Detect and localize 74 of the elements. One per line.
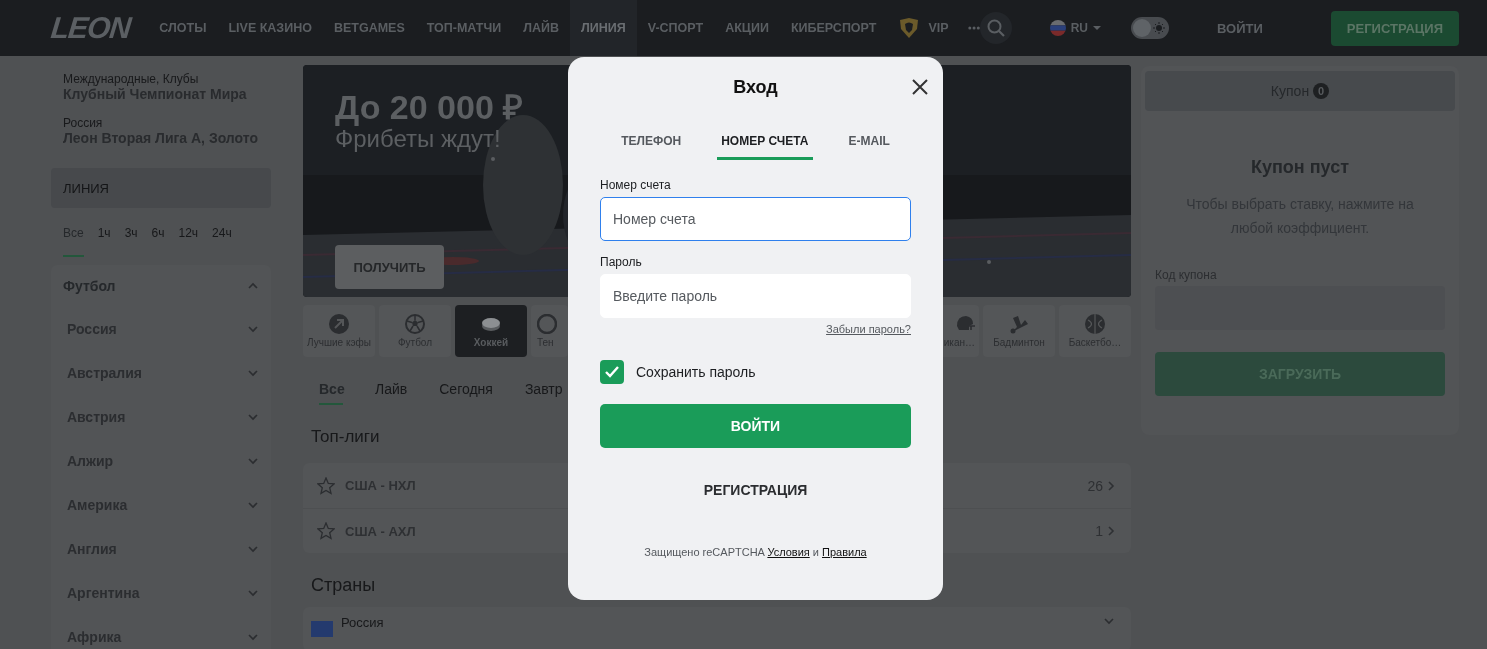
nav-link[interactable]: КИБЕРСПОРТ bbox=[779, 0, 888, 56]
nav-link[interactable]: VIP bbox=[887, 0, 960, 56]
filter-tab[interactable]: Сегодня bbox=[439, 363, 493, 405]
chevron-right-icon bbox=[1107, 526, 1115, 536]
league-category: Международные, Клубы bbox=[63, 72, 200, 86]
filter-tab[interactable]: Лайв bbox=[375, 363, 408, 405]
country-name: Россия bbox=[341, 615, 384, 630]
chevron-down-icon bbox=[1103, 615, 1115, 627]
time-filter-tab[interactable]: 6ч bbox=[151, 225, 165, 257]
chevron-down-icon bbox=[247, 499, 259, 511]
search-icon bbox=[986, 19, 1005, 37]
logo[interactable]: LEON bbox=[49, 11, 133, 45]
flag-icon bbox=[311, 621, 333, 637]
theme-toggle[interactable] bbox=[1131, 17, 1169, 39]
nav-link[interactable]: СЛОТЫ bbox=[148, 0, 218, 56]
flag-icon bbox=[1049, 20, 1066, 36]
chevron-down-icon bbox=[247, 631, 259, 643]
section-title: Страны bbox=[311, 575, 377, 597]
register-button[interactable]: РЕГИСТРАЦИЯ bbox=[699, 478, 812, 502]
forgot-password-link[interactable]: Забыли пароль? bbox=[826, 323, 911, 335]
chevron-down-icon bbox=[247, 587, 259, 599]
login-tab[interactable]: E-MAIL bbox=[844, 124, 894, 160]
shuttlecock-icon bbox=[1009, 314, 1029, 334]
more-icon bbox=[967, 25, 980, 31]
country-row[interactable]: Россия bbox=[303, 607, 1131, 649]
lion-shield-icon bbox=[898, 17, 921, 39]
register-button[interactable]: РЕГИСТРАЦИЯ bbox=[1330, 10, 1459, 46]
terms-link[interactable]: Условия bbox=[767, 546, 810, 558]
login-link[interactable]: ВОЙТИ bbox=[1211, 19, 1269, 37]
time-filter-tab[interactable]: 3ч bbox=[124, 225, 138, 257]
privacy-link[interactable]: Правила bbox=[822, 546, 867, 558]
login-tab[interactable]: ТЕЛЕФОН bbox=[617, 124, 686, 160]
chevron-down-icon bbox=[247, 455, 259, 467]
nav-link[interactable]: ЛАЙВ bbox=[512, 0, 570, 56]
section-title: Топ-лиги bbox=[311, 427, 381, 448]
field-label: Пароль bbox=[600, 255, 643, 271]
remember-checkbox[interactable]: Сохранить пароль bbox=[600, 360, 756, 384]
claim-button[interactable]: ПОЛУЧИТЬ bbox=[335, 245, 444, 289]
promo-title: До 20 000 ₽ bbox=[335, 89, 524, 125]
search-button[interactable] bbox=[979, 12, 1012, 44]
arrow-circle-icon bbox=[329, 314, 349, 334]
field-label: Номер счета bbox=[600, 178, 672, 194]
league-category: Россия bbox=[63, 116, 104, 130]
checkbox[interactable] bbox=[600, 360, 624, 384]
nav-link[interactable]: V-СПОРТ bbox=[636, 0, 715, 56]
chevron-right-icon bbox=[1107, 480, 1115, 491]
dialog-title: Вход bbox=[732, 77, 779, 99]
count-badge: 0 bbox=[1313, 83, 1330, 99]
chevron-down-icon bbox=[247, 367, 259, 379]
account-field[interactable]: Номер счета bbox=[600, 197, 911, 241]
password-field[interactable]: Введите пароль bbox=[600, 274, 911, 318]
time-filter-tab[interactable]: 24ч bbox=[212, 225, 232, 257]
caret-icon bbox=[1093, 26, 1101, 30]
time-filter-tab[interactable]: 1ч bbox=[97, 225, 111, 257]
chevron-down-icon bbox=[247, 411, 259, 423]
soccer-ball-icon bbox=[405, 314, 425, 334]
chevron-down-icon bbox=[247, 543, 259, 555]
sun-icon bbox=[1153, 22, 1165, 34]
nav-link[interactable]: ЛИНИЯ bbox=[570, 0, 637, 56]
nav-link[interactable]: BETGAMES bbox=[322, 0, 416, 56]
nav-link[interactable]: АКЦИИ bbox=[714, 0, 780, 56]
language-selector[interactable]: RU bbox=[1043, 19, 1107, 37]
close-icon bbox=[911, 78, 929, 96]
nav-link[interactable]: LIVE КАЗИНО bbox=[217, 0, 323, 56]
promo-subtitle: Фрибеты ждут! bbox=[335, 125, 501, 153]
sport-tile[interactable]: Хоккей bbox=[455, 305, 527, 357]
login-tab[interactable]: НОМЕР СЧЕТА bbox=[717, 124, 813, 160]
recaptcha-notice: Защищено reCAPTCHA Условия и Правила bbox=[643, 546, 868, 558]
nav-link[interactable]: ТОП-МАТЧИ bbox=[415, 0, 513, 56]
chevron-down-icon bbox=[247, 323, 259, 335]
basketball-icon bbox=[1085, 314, 1105, 334]
login-button[interactable]: ВОЙТИ bbox=[600, 404, 911, 448]
time-filter-tab[interactable]: 12ч bbox=[178, 225, 199, 257]
filter-tab[interactable]: Завтр bbox=[524, 363, 563, 405]
